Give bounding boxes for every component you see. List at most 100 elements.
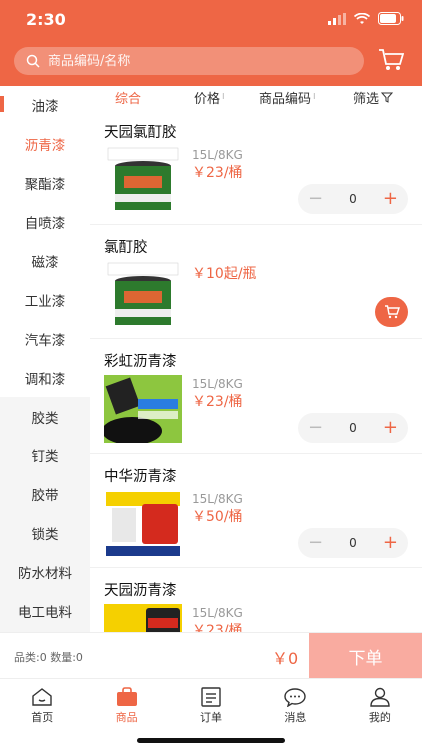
tab-label: 订单: [200, 711, 223, 724]
product-image[interactable]: [104, 260, 182, 329]
home-indicator: [137, 738, 285, 743]
product-list: 天园氯酊胶 15L/8KG ￥23/桶 − 0 + 氯酊胶 ￥10起/瓶 彩虹沥…: [90, 110, 422, 632]
product-item[interactable]: 彩虹沥青漆 15L/8KG ￥23/桶 − 0 +: [90, 339, 422, 454]
tab-profile[interactable]: 我的: [338, 679, 422, 750]
status-icons: [328, 12, 404, 25]
sidebar-item-tape[interactable]: 胶带: [0, 475, 90, 514]
product-image[interactable]: [104, 489, 182, 558]
filter-label: 筛选: [353, 91, 380, 107]
quantity-stepper[interactable]: − 0 +: [298, 184, 408, 214]
search-bar[interactable]: [14, 47, 364, 75]
increase-button[interactable]: +: [383, 419, 398, 437]
sidebar-item-label: 汽车漆: [24, 332, 66, 349]
category-sidebar: 油漆 沥青漆 聚酯漆 自喷漆 磁漆 工业漆 汽车漆 调和漆 胶类 钉类 胶带 锁…: [0, 86, 90, 632]
sort-comprehensive[interactable]: 综合: [115, 88, 141, 107]
product-spec: 15L/8KG: [192, 491, 243, 506]
decrease-button[interactable]: −: [308, 533, 323, 552]
product-name: 中华沥青漆: [104, 468, 177, 485]
product-item[interactable]: 氯酊胶 ￥10起/瓶: [90, 225, 422, 339]
sidebar-item-paint[interactable]: 油漆: [0, 86, 90, 125]
sidebar-item-label: 工业漆: [24, 293, 66, 310]
sort-price-label: 价格: [194, 91, 221, 107]
sidebar-item-label: 自喷漆: [24, 216, 66, 233]
quantity-value[interactable]: 0: [349, 421, 357, 435]
sidebar-item-electrical[interactable]: 电工电料: [0, 592, 90, 631]
order-total: ￥0: [272, 649, 299, 668]
sidebar-item-car-paint[interactable]: 汽车漆: [0, 319, 90, 359]
sidebar-item-blend-paint[interactable]: 调和漆: [0, 358, 90, 398]
sidebar-item-label: 防水材料: [18, 566, 72, 583]
product-item[interactable]: 中华沥青漆 15L/8KG ￥50/桶 − 0 +: [90, 454, 422, 568]
status-time: 2:30: [26, 10, 66, 29]
search-input[interactable]: [48, 53, 348, 69]
sort-arrows-icon: ⁝: [313, 92, 316, 101]
add-to-cart-button[interactable]: [375, 296, 408, 327]
sort-comprehensive-label: 综合: [115, 91, 142, 107]
sort-code[interactable]: 商品编码 ⁝: [259, 88, 316, 107]
sidebar-item-locks[interactable]: 锁类: [0, 514, 90, 553]
quantity-value[interactable]: 0: [349, 192, 357, 206]
sidebar-item-glue[interactable]: 胶类: [0, 397, 90, 436]
sidebar-item-polyester-paint[interactable]: 聚酯漆: [0, 163, 90, 203]
sidebar-item-label: 油漆: [31, 99, 59, 116]
product-spec: 15L/8KG: [192, 606, 243, 620]
product-image[interactable]: [104, 146, 182, 214]
sidebar-item-spray-paint[interactable]: 自喷漆: [0, 202, 90, 242]
sidebar-item-industrial-paint[interactable]: 工业漆: [0, 280, 90, 320]
sidebar-item-asphalt-paint[interactable]: 沥青漆: [0, 124, 90, 164]
tab-home[interactable]: 首页: [0, 679, 84, 750]
sidebar-item-label: 锁类: [31, 527, 59, 544]
tab-label: 商品: [115, 711, 138, 724]
product-name: 彩虹沥青漆: [104, 354, 177, 370]
sidebar-item-waterproof[interactable]: 防水材料: [0, 553, 90, 592]
product-item[interactable]: 天园氯酊胶 15L/8KG ￥23/桶 − 0 +: [90, 110, 422, 225]
decrease-button[interactable]: −: [308, 190, 323, 208]
product-spec: 15L/8KG: [192, 377, 243, 391]
increase-button[interactable]: +: [383, 533, 398, 552]
home-icon: [32, 688, 52, 706]
product-name: 天园沥青漆: [104, 583, 177, 599]
wifi-icon: [354, 12, 370, 24]
order-bar: 品类:0 数量:0 ￥0 下单: [0, 632, 422, 679]
product-price: ￥50/桶: [192, 508, 243, 525]
user-icon: [370, 687, 390, 707]
quantity-stepper[interactable]: − 0 +: [298, 413, 408, 443]
sort-code-label: 商品编码: [259, 91, 312, 107]
bag-icon: [116, 687, 137, 706]
sidebar-item-label: 聚酯漆: [24, 177, 66, 194]
sidebar-item-label: 胶类: [31, 410, 59, 427]
increase-button[interactable]: +: [383, 190, 398, 208]
product-image[interactable]: [104, 375, 182, 443]
quantity-stepper[interactable]: − 0 +: [298, 527, 408, 558]
tab-label: 我的: [368, 711, 391, 724]
cart-button[interactable]: [378, 48, 405, 76]
product-price: ￥23/桶: [192, 394, 243, 410]
product-image[interactable]: [104, 604, 182, 632]
quantity-value[interactable]: 0: [349, 536, 357, 550]
product-price: ￥23/桶: [192, 623, 243, 632]
sidebar-item-label: 胶带: [31, 488, 59, 505]
decrease-button[interactable]: −: [308, 419, 323, 437]
sort-price[interactable]: 价格 ⁝: [194, 88, 225, 107]
sort-arrows-icon: ⁝: [222, 92, 225, 101]
sidebar-item-label: 电工电料: [18, 605, 72, 622]
cart-icon: [379, 49, 405, 70]
tab-label: 首页: [31, 711, 54, 724]
submit-order-button[interactable]: 下单: [309, 633, 422, 679]
tab-label: 消息: [284, 711, 307, 724]
product-name: 天园氯酊胶: [104, 125, 177, 141]
sidebar-item-label: 磁漆: [31, 255, 59, 271]
active-marker: [0, 96, 4, 112]
filter-button[interactable]: 筛选: [353, 88, 394, 107]
submit-order-label: 下单: [348, 648, 383, 669]
product-item[interactable]: 天园沥青漆 15L/8KG ￥23/桶: [90, 568, 422, 632]
order-summary: 品类:0 数量:0: [14, 651, 83, 664]
sort-bar: 综合 价格 ⁝ 商品编码 ⁝ 筛选: [90, 86, 422, 108]
sidebar-item-label: 沥青漆: [24, 138, 66, 155]
product-name: 氯酊胶: [104, 239, 148, 256]
sidebar-item-label: 调和漆: [24, 371, 66, 388]
sidebar-item-nails[interactable]: 钉类: [0, 436, 90, 475]
filter-icon: [381, 92, 394, 103]
product-price: ￥10起/瓶: [192, 265, 257, 282]
sidebar-item-enamel[interactable]: 磁漆: [0, 241, 90, 281]
